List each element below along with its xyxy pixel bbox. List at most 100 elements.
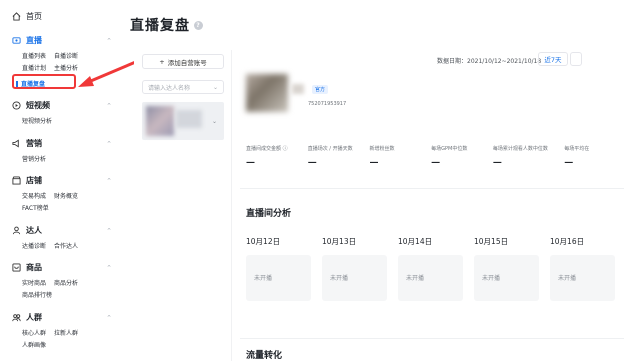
- nav-home[interactable]: 首页: [12, 11, 42, 22]
- help-icon[interactable]: ?: [194, 20, 203, 30]
- official-badge: 官方: [312, 85, 329, 94]
- nav-shortvideo-header[interactable]: 短视频 ⌃: [12, 100, 112, 111]
- range-7d-button[interactable]: 近7天: [538, 52, 568, 66]
- account-card[interactable]: ⌄: [142, 102, 224, 140]
- chevron-down-icon: ⌄: [212, 83, 218, 91]
- calendar-button[interactable]: [570, 52, 582, 66]
- nav-live-header[interactable]: 直播 ⌃: [12, 35, 112, 46]
- nav-section-shortvideo: 短视频 ⌃ 短视频分析: [12, 100, 112, 125]
- nav-product-ranking[interactable]: 商品排行榜: [22, 290, 52, 299]
- metric-label: 直播间成交金额 ⓘ: [246, 146, 288, 152]
- nav-marketing-analysis[interactable]: 营销分析: [22, 154, 46, 163]
- nav-talent-header[interactable]: 达人 ⌃: [12, 225, 112, 236]
- product-icon: [12, 263, 21, 272]
- date-range-label: 数据日期：2021/10/12~2021/10/18: [437, 58, 542, 65]
- divider: [240, 188, 624, 189]
- chevron-up-icon[interactable]: ⌃: [106, 37, 112, 45]
- chevron-up-icon[interactable]: ⌃: [106, 140, 112, 148]
- live-analysis-title: 直播间分析: [246, 209, 292, 219]
- chevron-up-icon[interactable]: ⌃: [106, 227, 112, 235]
- annotation-arrow: [78, 59, 140, 87]
- metric-sessions: 直播场次 / 开播天数 —: [308, 145, 370, 168]
- add-account-label: 添加自营账号: [167, 58, 207, 67]
- home-icon: [12, 12, 21, 21]
- nav-trade-composition[interactable]: 交易构成: [22, 191, 46, 200]
- talent-filter-placeholder: 请输入达人名称: [148, 84, 191, 92]
- chevron-up-icon[interactable]: ⌃: [106, 177, 112, 185]
- nav-live-title: 直播: [26, 36, 42, 45]
- nav-live-list[interactable]: 直播列表: [22, 51, 46, 60]
- nav-audience-title: 人群: [26, 313, 42, 322]
- nav-core-audience[interactable]: 核心人群: [22, 328, 46, 337]
- app-root: 首页 直播 ⌃ 直播列表 自播诊断 直播计划 主播分析 直播复盘 短视频 ⌃ 短…: [0, 0, 624, 361]
- metric-value: —: [369, 158, 379, 168]
- metric-value: —: [564, 158, 574, 168]
- page-title: 直播复盘 ?: [130, 15, 203, 35]
- profile-avatar-blurred: [246, 74, 288, 112]
- metric-gmv: 直播间成交金额 ⓘ —: [246, 145, 308, 168]
- nav-live-review-label: 直播复盘: [21, 81, 46, 88]
- day-card[interactable]: 10月12日未开播: [246, 236, 311, 301]
- account-avatar-blurred: [146, 106, 174, 136]
- nav-section-audience: 人群 ⌃ 核心人群 拉新人群 人群画像: [12, 312, 112, 349]
- day-date: 10月15日: [474, 237, 509, 246]
- day-status: 未开播: [246, 255, 311, 301]
- page-title-text: 直播复盘: [130, 18, 190, 34]
- nav-live-review[interactable]: 直播复盘: [16, 79, 45, 88]
- chevron-up-icon[interactable]: ⌃: [106, 264, 112, 272]
- nav-realtime-product[interactable]: 实时商品: [22, 278, 46, 287]
- day-date: 10月12日: [246, 237, 281, 246]
- nav-home-label: 首页: [26, 12, 42, 21]
- metric-value: —: [246, 158, 255, 168]
- nav-shortvideo-title: 短视频: [26, 101, 50, 110]
- day-card[interactable]: 10月16日 未开播: [550, 236, 615, 301]
- metrics-row: 直播间成交金额 ⓘ — 直播场次 / 开播天数 — 新增粉丝数 — 每场GPM中位数 —…: [246, 145, 624, 168]
- chevron-down-icon[interactable]: ⌄: [212, 118, 217, 125]
- nav-partner-talent[interactable]: 合作达人: [54, 241, 78, 250]
- day-card[interactable]: 10月15日未开播: [474, 236, 539, 301]
- day-status: 未开播: [474, 255, 539, 301]
- nav-finance-overview[interactable]: 财务概览: [54, 191, 78, 200]
- metric-label: 直播场次 / 开播天数: [307, 146, 353, 152]
- nav-live-diagnose[interactable]: 自播诊断: [54, 51, 78, 60]
- nav-talent-title: 达人: [26, 226, 42, 235]
- metric-gpm: 每场GPM中位数 —: [431, 145, 493, 168]
- plus-icon: +: [159, 57, 165, 66]
- chevron-up-icon[interactable]: ⌃: [106, 314, 112, 322]
- metric-label: 每场平均在: [564, 146, 590, 152]
- metric-value: —: [307, 158, 317, 168]
- metric-label: 新增粉丝数: [369, 146, 395, 152]
- day-date: 10月14日: [398, 237, 433, 246]
- user-icon: [12, 226, 21, 235]
- day-card[interactable]: 10月13日 未开播: [322, 236, 387, 301]
- nav-shortvideo-analysis[interactable]: 短视频分析: [22, 116, 52, 125]
- chevron-up-icon[interactable]: ⌃: [106, 102, 112, 110]
- nav-store-header[interactable]: 店铺 ⌃: [12, 175, 112, 186]
- nav-product-header[interactable]: 商品 ⌃: [12, 262, 112, 273]
- profile-name-blurred: [292, 84, 304, 94]
- day-card[interactable]: 10月14日未开播: [398, 236, 463, 301]
- traffic-conversion-title: 流量转化: [246, 351, 283, 361]
- day-status: 未开播: [550, 255, 615, 301]
- daily-cards: 10月12日 未开播 10月13日 未开播 10月14日 未开播 10月15日 未开播 …: [246, 236, 624, 301]
- nav-section-product: 商品 ⌃ 实时商品 商品分析 商品排行榜: [12, 262, 112, 299]
- nav-marketing-header[interactable]: 营销 ⌃: [12, 138, 112, 149]
- nav-new-audience[interactable]: 拉新人群: [54, 328, 78, 337]
- day-date: 10月13日: [322, 237, 357, 246]
- account-name-blurred: [176, 110, 202, 128]
- live-icon: [12, 37, 21, 44]
- talent-filter-select[interactable]: 请输入达人名称 ⌄: [142, 80, 224, 94]
- metric-label: 每场累计观看人数中位数: [492, 146, 548, 152]
- nav-audience-profile[interactable]: 人群画像: [22, 340, 46, 349]
- nav-audience-header[interactable]: 人群 ⌃: [12, 312, 112, 323]
- nav-fact-ranking[interactable]: FACT榜单: [22, 203, 49, 212]
- nav-product-analysis[interactable]: 商品分析: [54, 278, 78, 287]
- nav-marketing-title: 营销: [26, 139, 42, 148]
- metric-value: —: [431, 158, 441, 168]
- active-indicator: [16, 81, 18, 87]
- nav-live-plan[interactable]: 直播计划: [22, 63, 46, 72]
- metric-value: —: [492, 158, 502, 168]
- day-status: 未开播: [398, 255, 463, 301]
- add-account-button[interactable]: + 添加自营账号: [142, 54, 224, 69]
- nav-talent-diagnose[interactable]: 达播诊断: [22, 241, 46, 250]
